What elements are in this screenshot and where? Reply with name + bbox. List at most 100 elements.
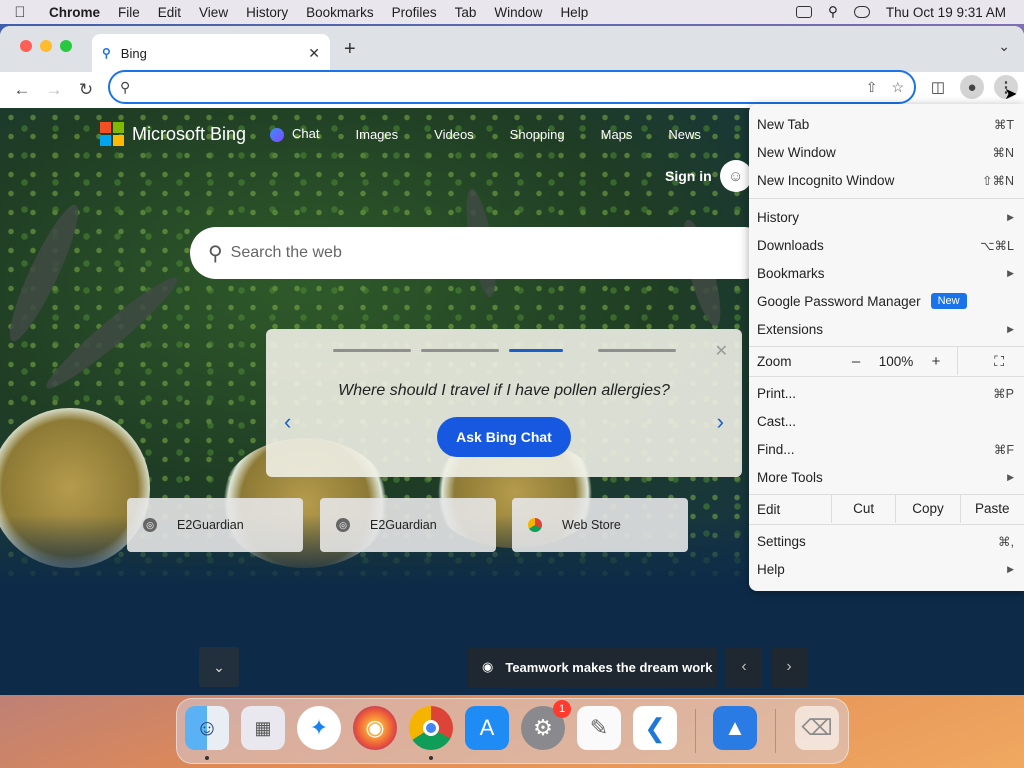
tile-label: E2Guardian (177, 518, 244, 532)
menu-help[interactable]: Help ▶ (749, 555, 1024, 583)
menubar-window[interactable]: Window (485, 5, 551, 20)
notification-badge: 1 (553, 700, 571, 718)
nav-maps[interactable]: Maps (601, 127, 633, 142)
minimize-window-button[interactable] (40, 40, 52, 52)
quick-link-tile[interactable]: ◎ E2Guardian (127, 498, 303, 552)
menu-extensions[interactable]: Extensions ▶ (749, 315, 1024, 343)
image-caption[interactable]: ◉ Teamwork makes the dream work (468, 647, 718, 687)
caption-text: Teamwork makes the dream work (505, 659, 713, 675)
close-tab-icon[interactable]: ✕ (308, 45, 320, 62)
fullscreen-icon[interactable]: ⛶ (994, 353, 1004, 370)
next-image-arrow-icon[interactable]: › (771, 647, 807, 687)
menu-settings[interactable]: Settings ⌘, (749, 527, 1024, 555)
reload-button[interactable]: ↻ (70, 80, 102, 100)
menubar-help[interactable]: Help (551, 5, 597, 20)
new-badge: New (930, 293, 967, 309)
submenu-arrow-icon: ▶ (1007, 323, 1014, 334)
finder-icon[interactable]: ☺ (185, 706, 229, 750)
safari-icon[interactable]: ✦ (297, 706, 341, 750)
menu-print[interactable]: Print... ⌘P (749, 379, 1024, 407)
back-button[interactable]: ← (6, 80, 38, 100)
bookmark-star-icon[interactable]: ☆ (891, 79, 904, 96)
menubar-history[interactable]: History (237, 5, 297, 20)
apple-menu-icon[interactable]:  (0, 4, 40, 21)
firefox-icon[interactable]: ◉ (353, 706, 397, 750)
menubar-file[interactable]: File (109, 5, 149, 20)
vscode-icon[interactable]: ❮ (633, 706, 677, 750)
new-tab-button[interactable]: + (344, 38, 356, 61)
copy-button[interactable]: Copy (895, 495, 959, 523)
menubar-chrome[interactable]: Chrome (40, 5, 109, 20)
app-store-icon[interactable]: A (465, 706, 509, 750)
menu-bookmarks[interactable]: Bookmarks ▶ (749, 259, 1024, 287)
paste-button[interactable]: Paste (959, 495, 1024, 523)
menu-more-tools[interactable]: More Tools ▶ (749, 463, 1024, 491)
menu-find[interactable]: Find... ⌘F (749, 435, 1024, 463)
zoom-window-button[interactable] (60, 40, 72, 52)
menubar-edit[interactable]: Edit (149, 5, 190, 20)
menu-password-manager[interactable]: Google Password Manager New (749, 287, 1024, 315)
chrome-icon[interactable] (409, 706, 453, 750)
cut-button[interactable]: Cut (831, 495, 895, 523)
running-indicator (429, 756, 433, 760)
prev-image-arrow-icon[interactable]: ‹ (726, 647, 762, 687)
nav-shopping[interactable]: Shopping (510, 127, 565, 142)
ask-bing-chat-button[interactable]: Ask Bing Chat (437, 417, 571, 457)
promo-prev-arrow-icon[interactable]: ‹ (284, 409, 291, 435)
nav-videos[interactable]: Videos (434, 127, 474, 142)
menu-cast[interactable]: Cast... (749, 407, 1024, 435)
control-center-icon[interactable] (853, 6, 870, 18)
scroll-down-chevron-icon[interactable]: ⌄ (199, 647, 239, 687)
search-icon: ⚲ (120, 78, 131, 95)
globe-icon: ◎ (143, 518, 157, 532)
bing-brand[interactable]: Microsoft Bing (132, 124, 246, 145)
forward-button[interactable]: → (38, 80, 70, 100)
menubar-clock[interactable]: Thu Oct 19 9:31 AM (886, 5, 1006, 20)
menubar-bookmarks[interactable]: Bookmarks (297, 5, 383, 20)
menu-new-window[interactable]: New Window ⌘N (749, 138, 1024, 166)
menubar-view[interactable]: View (190, 5, 237, 20)
keynote-icon[interactable]: ▲ (713, 706, 757, 750)
omnibox-input[interactable] (138, 79, 852, 95)
menu-downloads[interactable]: Downloads ⌥⌘L (749, 231, 1024, 259)
launchpad-icon[interactable]: ▦ (241, 706, 285, 750)
search-placeholder: Search the web (230, 244, 342, 261)
share-icon[interactable]: ⇧ (866, 79, 878, 96)
tab-bing[interactable]: ⚲ Bing ✕ (92, 34, 330, 72)
menu-new-tab[interactable]: New Tab ⌘T (749, 110, 1024, 138)
close-window-button[interactable] (20, 40, 32, 52)
textedit-icon[interactable]: ✎ (577, 706, 621, 750)
profile-avatar-icon[interactable]: ● (960, 75, 984, 99)
zoom-out-button[interactable]: – (843, 353, 869, 370)
nav-news[interactable]: News (668, 127, 701, 142)
bing-search-icon: ⚲ (102, 46, 111, 60)
side-panel-icon[interactable]: ◫ (926, 75, 950, 99)
bing-search-box[interactable]: ⚲ Search the web (190, 227, 770, 279)
submenu-arrow-icon: ▶ (1007, 563, 1014, 574)
quick-link-tile[interactable]: Web Store (512, 498, 688, 552)
screen-mirroring-icon[interactable] (796, 6, 813, 18)
bing-header-nav: Microsoft Bing Chat Images Videos Shoppi… (100, 122, 737, 146)
nav-chat[interactable]: Chat (270, 126, 320, 142)
submenu-arrow-icon: ▶ (1007, 471, 1014, 482)
sign-in-label: Sign in (665, 168, 712, 184)
menubar-profiles[interactable]: Profiles (383, 5, 446, 20)
menubar-tab[interactable]: Tab (446, 5, 486, 20)
trash-icon[interactable]: ⌫ (795, 706, 839, 750)
menu-new-incognito-window[interactable]: New Incognito Window ⇧⌘N (749, 166, 1024, 194)
close-promo-icon[interactable]: ✕ (715, 341, 728, 361)
nav-images[interactable]: Images (356, 127, 399, 142)
quick-link-tile[interactable]: ◎ E2Guardian (320, 498, 496, 552)
zoom-in-button[interactable]: + (923, 353, 949, 370)
system-settings-icon[interactable]: ⚙ 1 (521, 700, 571, 750)
menu-edit-row: Edit Cut Copy Paste (749, 495, 1024, 523)
promo-next-arrow-icon[interactable]: › (717, 409, 724, 435)
omnibox[interactable]: ⚲ ⇧ ☆ (108, 70, 916, 104)
submenu-arrow-icon: ▶ (1007, 267, 1014, 278)
menu-history[interactable]: History ▶ (749, 203, 1024, 231)
tab-strip: ⚲ Bing ✕ + ⌄ (0, 26, 1024, 72)
sign-in-button[interactable]: Sign in ☺ (665, 160, 752, 192)
spotlight-search-icon[interactable]: ⚲ (828, 4, 838, 20)
tab-search-chevron-icon[interactable]: ⌄ (998, 38, 1010, 55)
dock-separator (695, 709, 696, 753)
